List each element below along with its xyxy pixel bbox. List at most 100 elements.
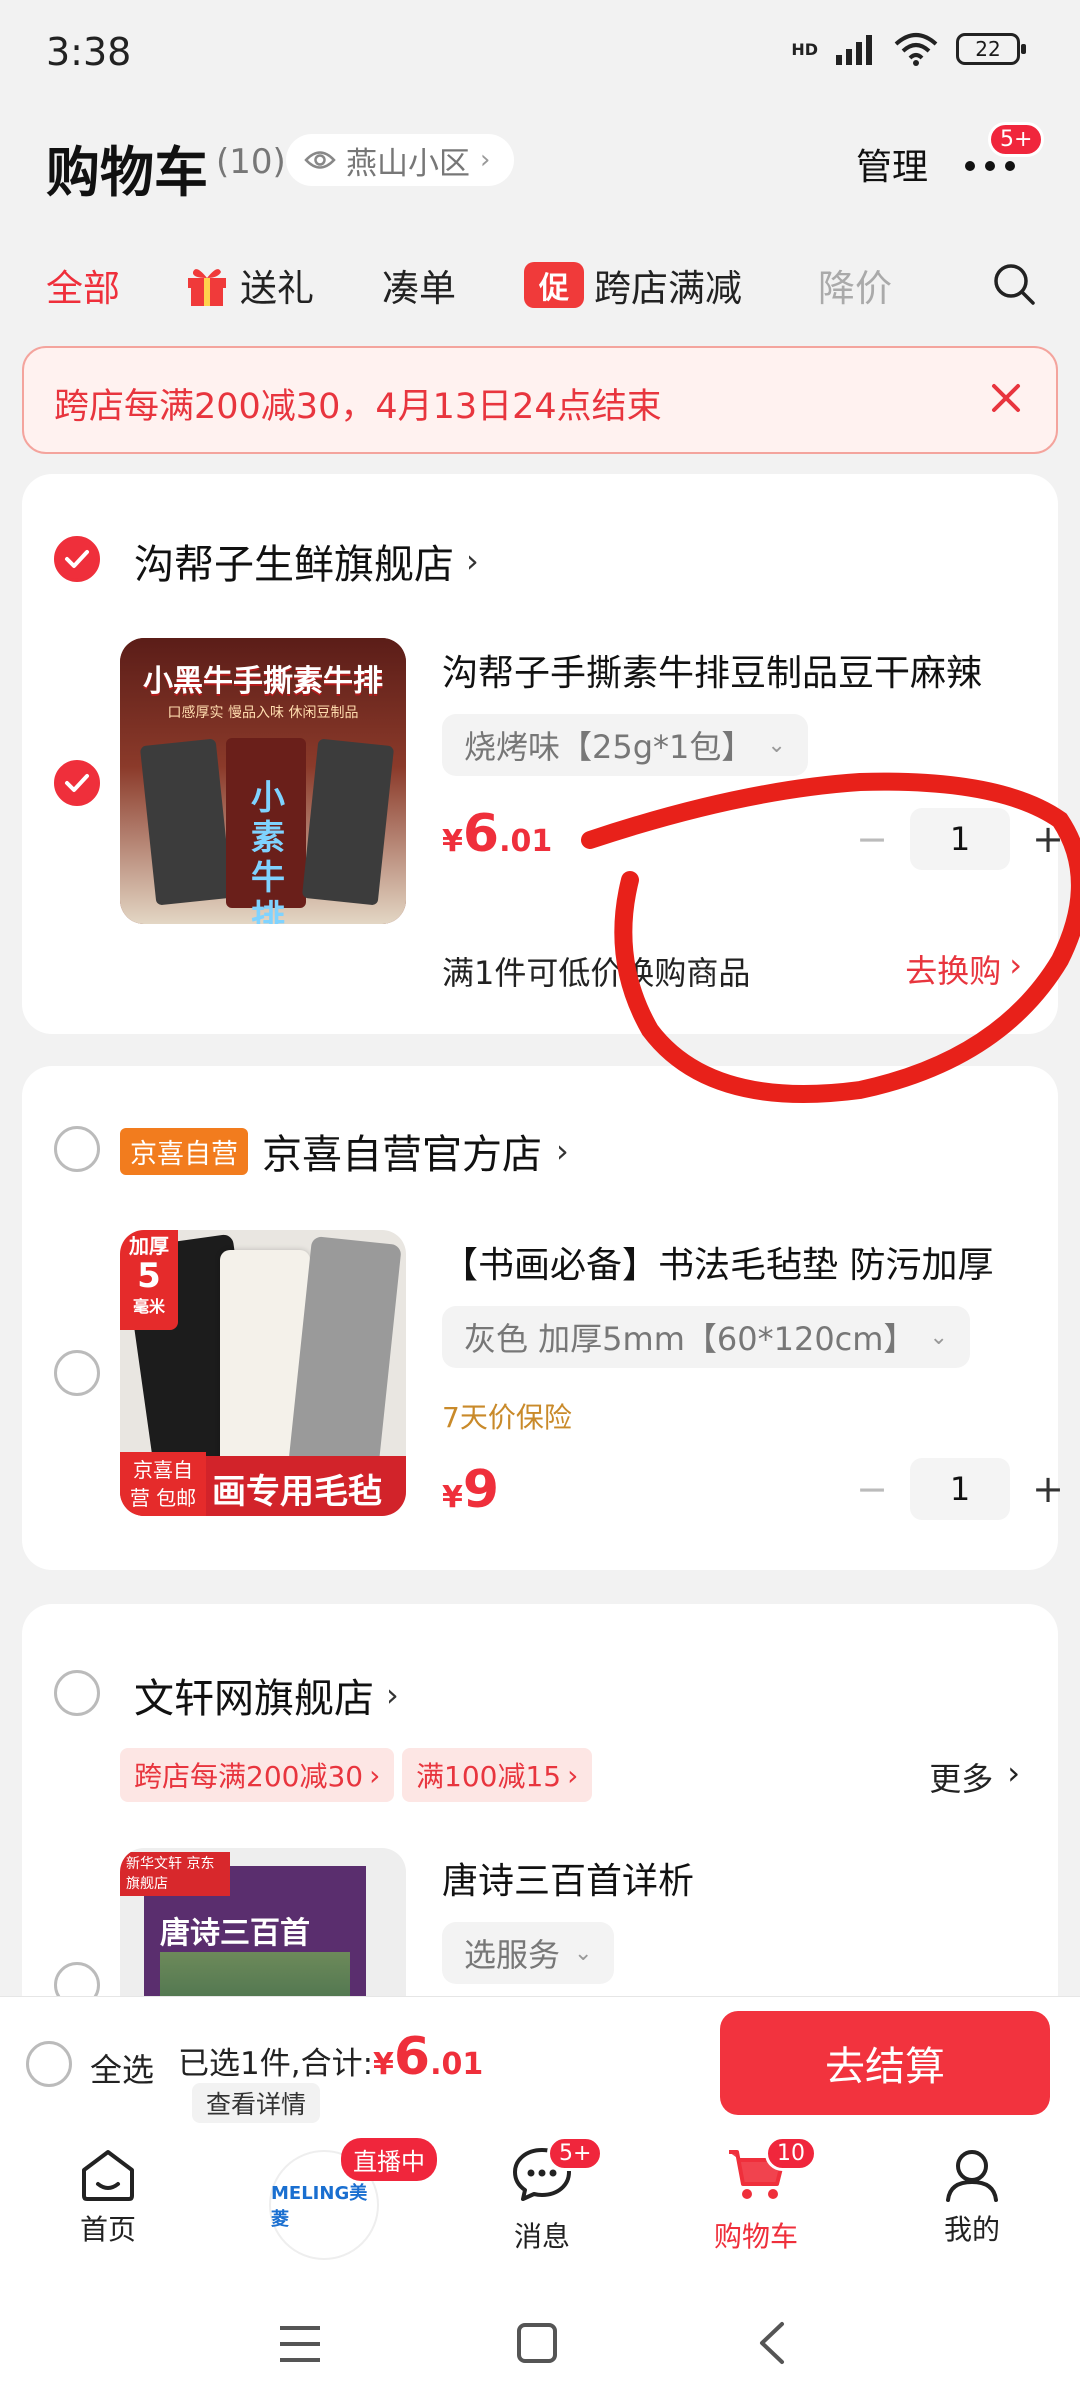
more-badge: 5+ (988, 122, 1045, 157)
quantity-field[interactable]: 1 (910, 1458, 1010, 1520)
view-details-button[interactable]: 查看详情 (192, 2083, 321, 2123)
self-operated-tag: 京喜自营 (120, 1127, 248, 1175)
tab-bundle[interactable]: 凑单 (382, 258, 456, 312)
decrease-button[interactable]: − (852, 1467, 892, 1511)
increase-button[interactable]: + (1028, 1467, 1068, 1511)
nav-cart-label: 购物车 (713, 2220, 798, 2253)
live-brand-logo: MELING美菱 (271, 2183, 368, 2230)
checkout-summary: 已选1件,合计: ¥6.01 (178, 2027, 483, 2087)
total-price: ¥6.01 (373, 2027, 483, 2087)
select-all-label[interactable]: 全选 (90, 2045, 154, 2091)
more-menu-button[interactable]: 5+ (964, 122, 1045, 188)
spec-selector[interactable]: 烧烤味【25g*1包】 ⌄ (442, 714, 808, 776)
store-card-3: 文轩网旗舰店 › 跨店每满200减30 › 满100减15 › 更多 › 新华文轩 京… (22, 1604, 1058, 2024)
tab-cross-store[interactable]: 促 跨店满减 (524, 258, 742, 312)
store-link[interactable]: 沟帮子生鲜旗舰店 › (134, 532, 479, 590)
tab-price-drop-label: 降价 (818, 267, 892, 310)
store-checkbox[interactable] (54, 1670, 100, 1716)
checkmark-icon (65, 550, 89, 568)
more-coupons-link[interactable]: 更多 › (929, 1754, 1020, 1800)
tab-all[interactable]: 全部 (46, 258, 120, 312)
store-card-2: 京喜自营 京喜自营官方店 › 加厚 5 毫米 京喜自营 包邮 画专用毛毡 【书画… (22, 1066, 1064, 1570)
quantity-stepper: − 1 + (852, 1458, 1068, 1520)
wifi-icon (894, 33, 938, 66)
bottom-nav: 首页 MELING美菱 直播中 5+ 消息 10 购物车 我的 (0, 2130, 1080, 2280)
spec-selector[interactable]: 灰色 加厚5mm【60*120cm】 ⌄ (442, 1306, 970, 1368)
product-image[interactable]: 加厚 5 毫米 京喜自营 包邮 画专用毛毡 (120, 1230, 406, 1516)
spec-label: 烧烤味【25g*1包】 (464, 728, 754, 766)
product-price: ¥9 (442, 1460, 499, 1520)
eye-icon (304, 151, 336, 169)
coupon-store[interactable]: 满100减15 › (402, 1748, 593, 1802)
battery-level: 22 (975, 37, 1001, 61)
signal-icon (836, 35, 872, 65)
coupon-cross-store[interactable]: 跨店每满200减30 › (120, 1748, 395, 1802)
product-image-banner: 画专用毛毡 (212, 1472, 382, 1512)
tab-price-drop[interactable]: 降价 (818, 258, 892, 312)
price-symbol: ¥ (442, 824, 463, 859)
item-checkbox[interactable] (54, 760, 100, 806)
thickness-badge: 加厚 5 毫米 (120, 1230, 178, 1330)
checkout-button[interactable]: 去结算 (720, 2011, 1050, 2115)
battery-icon: 22 (956, 33, 1026, 65)
decrease-button[interactable]: − (852, 817, 892, 861)
close-icon[interactable] (984, 376, 1028, 420)
thickness-badge-unit: 毫米 (132, 1297, 165, 1316)
nav-profile-label: 我的 (943, 2213, 1000, 2246)
product-pack-label: 小素牛排 (251, 778, 285, 924)
exchange-text: 满1件可低价换购商品 (442, 954, 751, 992)
product-image-subtitle: 口感厚实 慢品入味 休闲豆制品 (167, 705, 359, 721)
cart-badge: 10 (765, 2136, 817, 2171)
service-selector[interactable]: 选服务 ⌄ (442, 1922, 615, 1984)
location-selector[interactable]: 燕山小区 › (286, 134, 515, 186)
quantity-field[interactable]: 1 (910, 808, 1010, 870)
live-badge: 直播中 (341, 2138, 437, 2181)
store-link[interactable]: 京喜自营 京喜自营官方店 › (120, 1122, 569, 1180)
store-name: 沟帮子生鲜旗舰店 (134, 542, 454, 588)
product-title[interactable]: 唐诗三百首详析 (442, 1852, 694, 1904)
checkout-bar: 全选 已选1件,合计: ¥6.01 查看详情 去结算 (0, 1996, 1080, 2130)
home-square-icon[interactable] (516, 2322, 558, 2364)
increase-button[interactable]: + (1028, 817, 1068, 861)
tab-gift[interactable]: 送礼 (184, 258, 314, 312)
chevron-right-icon: › (386, 1676, 399, 1714)
price-symbol: ¥ (373, 2047, 394, 2082)
location-label: 燕山小区 (346, 145, 470, 182)
promo-banner: 跨店每满200减30，4月13日24点结束 (22, 346, 1058, 454)
checkmark-icon (65, 774, 89, 792)
user-icon (946, 2150, 998, 2202)
store-checkbox[interactable] (54, 1126, 100, 1172)
back-icon[interactable] (756, 2320, 786, 2366)
publisher-tag: 新华文轩 京东旗舰店 (120, 1852, 230, 1896)
store-name: 京喜自营官方店 (262, 1132, 542, 1178)
select-all-checkbox[interactable] (26, 2041, 72, 2087)
item-checkbox[interactable] (54, 1350, 100, 1396)
manage-button[interactable]: 管理 (856, 138, 928, 190)
nav-messages[interactable]: 5+ 消息 (472, 2136, 612, 2255)
product-title[interactable]: 沟帮子手撕素牛排豆制品豆干麻辣 (442, 644, 982, 696)
product-image[interactable]: 小黑牛手撕素牛排 口感厚实 慢品入味 休闲豆制品 小素牛排 (120, 638, 406, 924)
status-time: 3:38 (46, 30, 132, 74)
nav-home[interactable]: 首页 (38, 2146, 178, 2248)
nav-profile[interactable]: 我的 (902, 2146, 1042, 2248)
banner-text: 跨店每满200减30，4月13日24点结束 (54, 387, 662, 427)
cart-count: (10) (216, 142, 286, 182)
price-decimal: .01 (499, 824, 553, 859)
menu-icon[interactable] (278, 2324, 322, 2364)
exchange-link[interactable]: 去换购 › (905, 946, 1022, 992)
page-title: 购物车 (46, 141, 208, 204)
gift-icon (188, 269, 226, 306)
product-title[interactable]: 【书画必备】书法毛毡垫 防污加厚 (442, 1236, 993, 1288)
chevron-right-icon: › (1007, 1754, 1020, 1792)
tab-gift-label: 送礼 (240, 267, 314, 310)
spec-label: 灰色 加厚5mm【60*120cm】 (464, 1320, 916, 1358)
search-icon[interactable] (992, 262, 1036, 306)
store-link[interactable]: 文轩网旗舰店 › (134, 1666, 399, 1724)
thickness-badge-top: 加厚 (129, 1234, 169, 1258)
nav-home-label: 首页 (79, 2213, 136, 2246)
store-checkbox[interactable] (54, 536, 100, 582)
price-integer: 6 (462, 804, 500, 864)
nav-live[interactable]: MELING美菱 直播中 (254, 2130, 437, 2260)
nav-cart[interactable]: 10 购物车 (686, 2136, 826, 2255)
chevron-right-icon: › (567, 1758, 579, 1792)
